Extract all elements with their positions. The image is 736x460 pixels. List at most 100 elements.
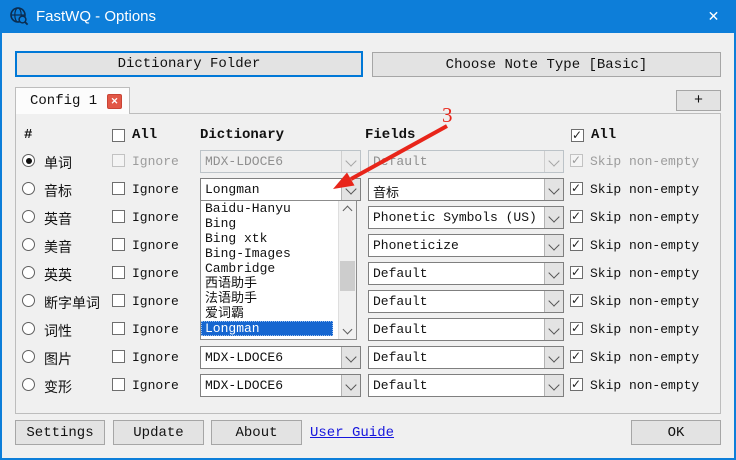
dropdown-arrow-button[interactable] [341,347,360,368]
dropdown-arrow-button[interactable] [341,375,360,396]
row-radio[interactable] [22,266,35,279]
fields-select[interactable]: Phonetic Symbols (US) [368,206,564,229]
skip-checkbox[interactable] [570,182,583,195]
all-skip-checkbox[interactable] [571,129,584,142]
row-radio[interactable] [22,322,35,335]
globe-search-icon [9,6,29,26]
ignore-checkbox[interactable] [112,350,125,363]
scroll-down-icon[interactable] [343,325,353,335]
settings-button[interactable]: Settings [15,420,105,445]
ignore-checkbox[interactable] [112,210,125,223]
dictionary-select[interactable]: Longman [200,178,361,201]
tab-close-icon[interactable]: ✕ [107,94,122,109]
dropdown-arrow-button[interactable] [341,179,360,200]
skip-checkbox[interactable] [570,266,583,279]
dropdown-arrow-button[interactable] [544,179,563,200]
chevron-down-icon [548,267,559,278]
skip-checkbox[interactable] [570,378,583,391]
row-radio[interactable] [22,238,35,251]
skip-checkbox[interactable] [570,154,583,167]
fields-select[interactable]: Phoneticize [368,234,564,257]
fields-select[interactable]: 音标 [368,178,564,201]
row-label: 音标 [44,181,72,201]
dropdown-arrow-button[interactable] [341,151,360,172]
dropdown-list-item[interactable]: Bing xtk [201,231,333,246]
fields-select[interactable]: Default [368,374,564,397]
row-radio[interactable] [22,182,35,195]
dropdown-arrow-button[interactable] [544,235,563,256]
tab-config-1[interactable]: Config 1 ✕ [15,87,130,114]
dropdown-list-item[interactable]: 西语助手 [201,276,333,291]
dropdown-arrow-button[interactable] [544,375,563,396]
skip-label: Skip non-empty [590,182,699,197]
fields-select[interactable]: Default [368,318,564,341]
dropdown-list-item[interactable]: Bing [201,216,333,231]
table-row: 断字单词 Ignore Default Skip non-empty [0,290,736,313]
row-radio[interactable] [22,154,35,167]
scroll-up-icon[interactable] [343,206,353,216]
dropdown-arrow-button[interactable] [544,291,563,312]
title-bar[interactable]: FastWQ - Options ✕ [0,0,736,33]
fields-select-value: Default [373,350,543,365]
dictionary-select[interactable]: MDX-LDOCE6 [200,346,361,369]
fields-select[interactable]: Default [368,262,564,285]
row-label: 英英 [44,265,72,285]
dropdown-arrow-button[interactable] [544,263,563,284]
row-radio[interactable] [22,294,35,307]
row-radio[interactable] [22,378,35,391]
update-button[interactable]: Update [113,420,204,445]
dictionary-select-value: MDX-LDOCE6 [205,378,340,393]
dictionary-folder-button[interactable]: Dictionary Folder [15,51,363,77]
annotation-step-number: 3 [442,103,453,128]
skip-checkbox[interactable] [570,350,583,363]
dropdown-arrow-button[interactable] [544,319,563,340]
dropdown-arrow-button[interactable] [544,347,563,368]
dropdown-list-item[interactable]: 爱词霸 [201,306,333,321]
dropdown-arrow-button[interactable] [544,207,563,228]
ignore-checkbox[interactable] [112,154,125,167]
ok-button[interactable]: OK [631,420,721,445]
fields-select[interactable]: Default [368,150,564,173]
fields-select[interactable]: Default [368,346,564,369]
dropdown-list-item[interactable]: Baidu-Hanyu [201,201,333,216]
fields-select[interactable]: Default [368,290,564,313]
dictionary-select[interactable]: MDX-LDOCE6 [200,374,361,397]
window-close-button[interactable]: ✕ [691,0,736,33]
ignore-checkbox[interactable] [112,266,125,279]
table-row: 词性 Ignore Default Skip non-empty [0,318,736,341]
scrollbar-thumb[interactable] [340,261,355,291]
fastwq-options-window: FastWQ - Options ✕ Dictionary Folder Cho… [0,0,736,460]
chevron-down-icon [345,155,356,166]
row-radio[interactable] [22,210,35,223]
skip-checkbox[interactable] [570,238,583,251]
dropdown-list-item[interactable]: Bing-Images [201,246,333,261]
ignore-label: Ignore [132,210,179,225]
ignore-label: Ignore [132,350,179,365]
ignore-checkbox[interactable] [112,182,125,195]
ignore-checkbox[interactable] [112,238,125,251]
add-config-button[interactable]: + [676,90,721,111]
dropdown-list-item[interactable]: 法语助手 [201,291,333,306]
ignore-checkbox[interactable] [112,378,125,391]
fields-select-value: Default [373,294,543,309]
about-button[interactable]: About [211,420,302,445]
choose-note-type-button[interactable]: Choose Note Type [Basic] [372,52,721,77]
row-radio[interactable] [22,350,35,363]
ignore-checkbox[interactable] [112,322,125,335]
dictionary-select[interactable]: MDX-LDOCE6 [200,150,361,173]
dropdown-scrollbar[interactable] [338,201,356,339]
all-ignore-checkbox[interactable] [112,129,125,142]
table-row: 图片 Ignore MDX-LDOCE6 Default Skip non-em… [0,346,736,369]
fields-select-value: Phoneticize [373,238,543,253]
ignore-checkbox[interactable] [112,294,125,307]
skip-checkbox[interactable] [570,322,583,335]
dropdown-list-item[interactable]: Longman [201,321,333,336]
dropdown-arrow-button[interactable] [544,151,563,172]
skip-checkbox[interactable] [570,294,583,307]
dropdown-list-item[interactable]: Cambridge [201,261,333,276]
window-title: FastWQ - Options [36,0,156,33]
chevron-down-icon [548,295,559,306]
skip-checkbox[interactable] [570,210,583,223]
user-guide-link[interactable]: User Guide [310,425,394,441]
chevron-down-icon [548,183,559,194]
